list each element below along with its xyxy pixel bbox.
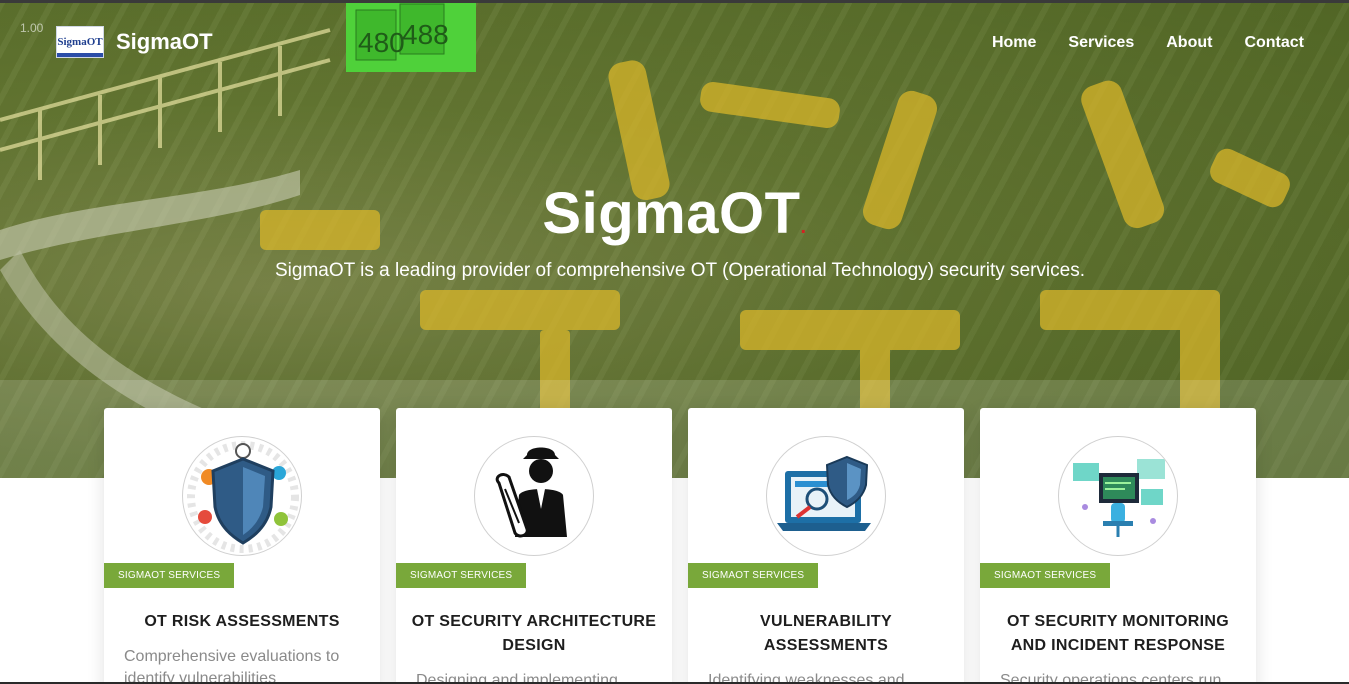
nav-link-contact[interactable]: Contact [1244, 34, 1304, 52]
card-title[interactable]: OT SECURITY ARCHITECTURE DESIGN [410, 610, 658, 658]
card-description: Comprehensive evaluations to identify vu… [124, 648, 340, 684]
sign-number-2: 488 [402, 19, 449, 50]
window-top-border [0, 0, 1349, 3]
nav-link-about[interactable]: About [1166, 34, 1212, 52]
monitoring-desk-icon [1058, 436, 1178, 556]
hero-title-dot: . [800, 216, 807, 238]
nav-link-home[interactable]: Home [992, 34, 1036, 52]
card-title[interactable]: OT SECURITY MONITORING AND INCIDENT RESP… [994, 610, 1242, 658]
hero-title: SigmaOT. [0, 180, 1349, 247]
engineer-blueprint-icon [474, 436, 594, 556]
card-badge: SIGMAOT SERVICES [396, 563, 527, 588]
card-badge: SIGMAOT SERVICES [104, 563, 235, 588]
service-card-risk-assessments[interactable]: SIGMAOT SERVICES OT RISK ASSESSMENTS Com… [104, 408, 380, 684]
hero-section: 480 488 1.00 SigmaOT SigmaOT Home Servic… [0, 0, 1349, 478]
shield-icon [182, 436, 302, 556]
hero-subtitle: SigmaOT is a leading provider of compreh… [275, 260, 1085, 281]
brand-name[interactable]: SigmaOT [116, 29, 213, 55]
card-title[interactable]: OT RISK ASSESSMENTS [118, 610, 366, 634]
nav-link-services[interactable]: Services [1068, 34, 1134, 52]
services-cards: SIGMAOT SERVICES OT RISK ASSESSMENTS Com… [104, 408, 1256, 684]
line-speed-sign: 480 488 [346, 0, 476, 72]
laptop-shield-icon [766, 436, 886, 556]
main-nav: Home Services About Contact [992, 34, 1304, 52]
service-card-architecture-design[interactable]: SIGMAOT SERVICES OT SECURITY ARCHITECTUR… [396, 408, 672, 684]
sign-number-1: 480 [358, 27, 405, 58]
brand-logo[interactable]: SigmaOT [56, 26, 104, 58]
service-card-vulnerability-assessments[interactable]: SIGMAOT SERVICES VULNERABILITY ASSESSMEN… [688, 408, 964, 684]
card-badge: SIGMAOT SERVICES [688, 563, 819, 588]
hero-title-text: SigmaOT [542, 181, 801, 246]
service-card-monitoring-incident-response[interactable]: SIGMAOT SERVICES OT SECURITY MONITORING … [980, 408, 1256, 684]
card-title[interactable]: VULNERABILITY ASSESSMENTS [702, 610, 950, 658]
brand[interactable]: SigmaOT SigmaOT [56, 26, 213, 58]
corner-readout: 1.00 [20, 21, 44, 35]
card-badge: SIGMAOT SERVICES [980, 563, 1111, 588]
